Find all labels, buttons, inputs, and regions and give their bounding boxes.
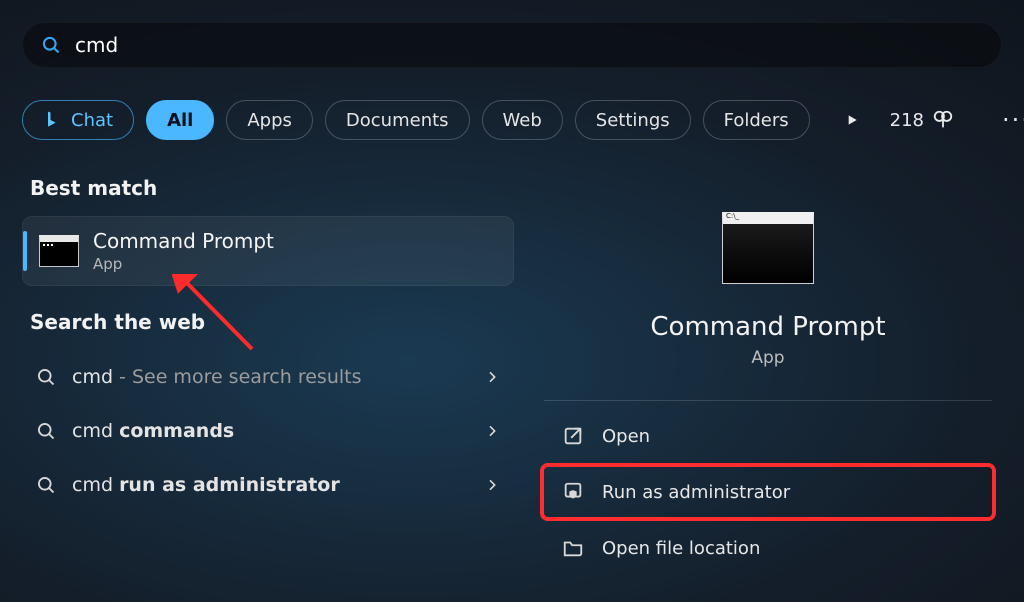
tab-settings[interactable]: Settings xyxy=(575,100,691,140)
tab-documents[interactable]: Documents xyxy=(325,100,470,140)
search-bar[interactable]: cmd xyxy=(22,22,1002,68)
preview-pane: Command Prompt App Open Run as administr… xyxy=(534,172,1002,602)
action-run-as-admin[interactable]: Run as administrator xyxy=(542,465,994,519)
tab-apps[interactable]: Apps xyxy=(226,100,313,140)
divider xyxy=(544,400,992,401)
action-label: Run as administrator xyxy=(602,482,790,503)
search-icon xyxy=(36,421,56,441)
folder-icon xyxy=(562,537,584,559)
tab-web-label: Web xyxy=(503,110,542,131)
open-external-icon xyxy=(562,425,584,447)
search-icon xyxy=(36,367,56,387)
web-result-label: cmd - See more search results xyxy=(72,366,468,388)
more-icon[interactable]: ··· xyxy=(998,106,1024,134)
chat-pill[interactable]: Chat xyxy=(22,100,134,140)
search-web-heading: Search the web xyxy=(30,310,506,334)
tab-all-label: All xyxy=(167,110,193,131)
results-left-column: Best match Command Prompt App Search the… xyxy=(22,172,514,512)
command-prompt-icon xyxy=(39,235,79,267)
search-input-value[interactable]: cmd xyxy=(75,33,118,57)
tab-apps-label: Apps xyxy=(247,110,292,131)
bing-chat-icon xyxy=(43,110,63,130)
chevron-right-icon[interactable] xyxy=(484,423,500,439)
shield-icon xyxy=(562,481,584,503)
action-open[interactable]: Open xyxy=(542,409,994,463)
filter-tab-row: Chat All Apps Documents Web Settings Fol… xyxy=(22,96,1002,144)
tab-folders[interactable]: Folders xyxy=(703,100,810,140)
tab-documents-label: Documents xyxy=(346,110,449,131)
action-open-file-location[interactable]: Open file location xyxy=(542,521,994,575)
rewards-points[interactable]: 218 xyxy=(882,109,962,131)
tab-all[interactable]: All xyxy=(146,100,214,140)
preview-subtitle: App xyxy=(751,348,784,368)
web-result-label: cmd commands xyxy=(72,420,468,442)
overflow-play-icon[interactable] xyxy=(834,112,870,128)
rewards-points-value: 218 xyxy=(890,110,924,131)
rewards-badge-icon xyxy=(932,109,954,131)
search-icon xyxy=(41,35,61,55)
search-icon xyxy=(36,475,56,495)
web-result-label: cmd run as administrator xyxy=(72,474,468,496)
web-result-2[interactable]: cmd run as administrator xyxy=(22,458,514,512)
chat-label: Chat xyxy=(71,110,113,131)
chevron-right-icon[interactable] xyxy=(484,369,500,385)
preview-title: Command Prompt xyxy=(650,312,885,342)
best-match-title: Command Prompt xyxy=(93,229,274,253)
command-prompt-icon-large xyxy=(722,212,814,284)
web-result-0[interactable]: cmd - See more search results xyxy=(22,350,514,404)
action-label: Open file location xyxy=(602,538,760,559)
tab-folders-label: Folders xyxy=(724,110,789,131)
chevron-right-icon[interactable] xyxy=(484,477,500,493)
web-result-1[interactable]: cmd commands xyxy=(22,404,514,458)
best-match-heading: Best match xyxy=(30,176,506,200)
best-match-subtitle: App xyxy=(93,255,274,273)
tab-web[interactable]: Web xyxy=(482,100,563,140)
tab-settings-label: Settings xyxy=(596,110,670,131)
best-match-result[interactable]: Command Prompt App xyxy=(22,216,514,286)
action-label: Open xyxy=(602,426,650,447)
